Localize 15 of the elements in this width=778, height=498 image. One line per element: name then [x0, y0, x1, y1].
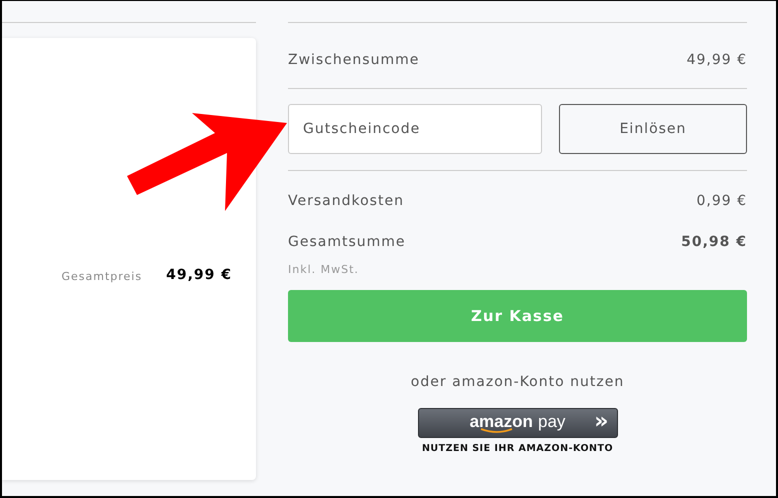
- redeem-button[interactable]: Einlösen: [559, 104, 747, 154]
- coupon-field[interactable]: Gutscheincode: [288, 104, 542, 154]
- subtotal-label: Zwischensumme: [288, 51, 420, 70]
- shipping-label: Versandkosten: [288, 192, 404, 211]
- total-price: 49,99 €: [166, 266, 232, 285]
- tax-note: Inkl. MwSt.: [288, 263, 359, 276]
- alternative-payment-text: oder amazon-Konto nutzen: [410, 374, 624, 390]
- amazon-pay-caption: NUTZEN SIE IHR AMAZON-KONTO: [422, 442, 614, 456]
- shipping-value: 0,99 €: [696, 192, 747, 211]
- subtotal-value: 49,99 €: [686, 51, 747, 70]
- grand-total-value: 50,98 €: [681, 233, 747, 252]
- total-price-label: Gesamtpreis: [61, 269, 142, 285]
- smile-icon: [480, 428, 514, 434]
- amazon-pay-button[interactable]: amazon pay »: [418, 408, 618, 438]
- grand-total-label: Gesamtsumme: [288, 233, 406, 252]
